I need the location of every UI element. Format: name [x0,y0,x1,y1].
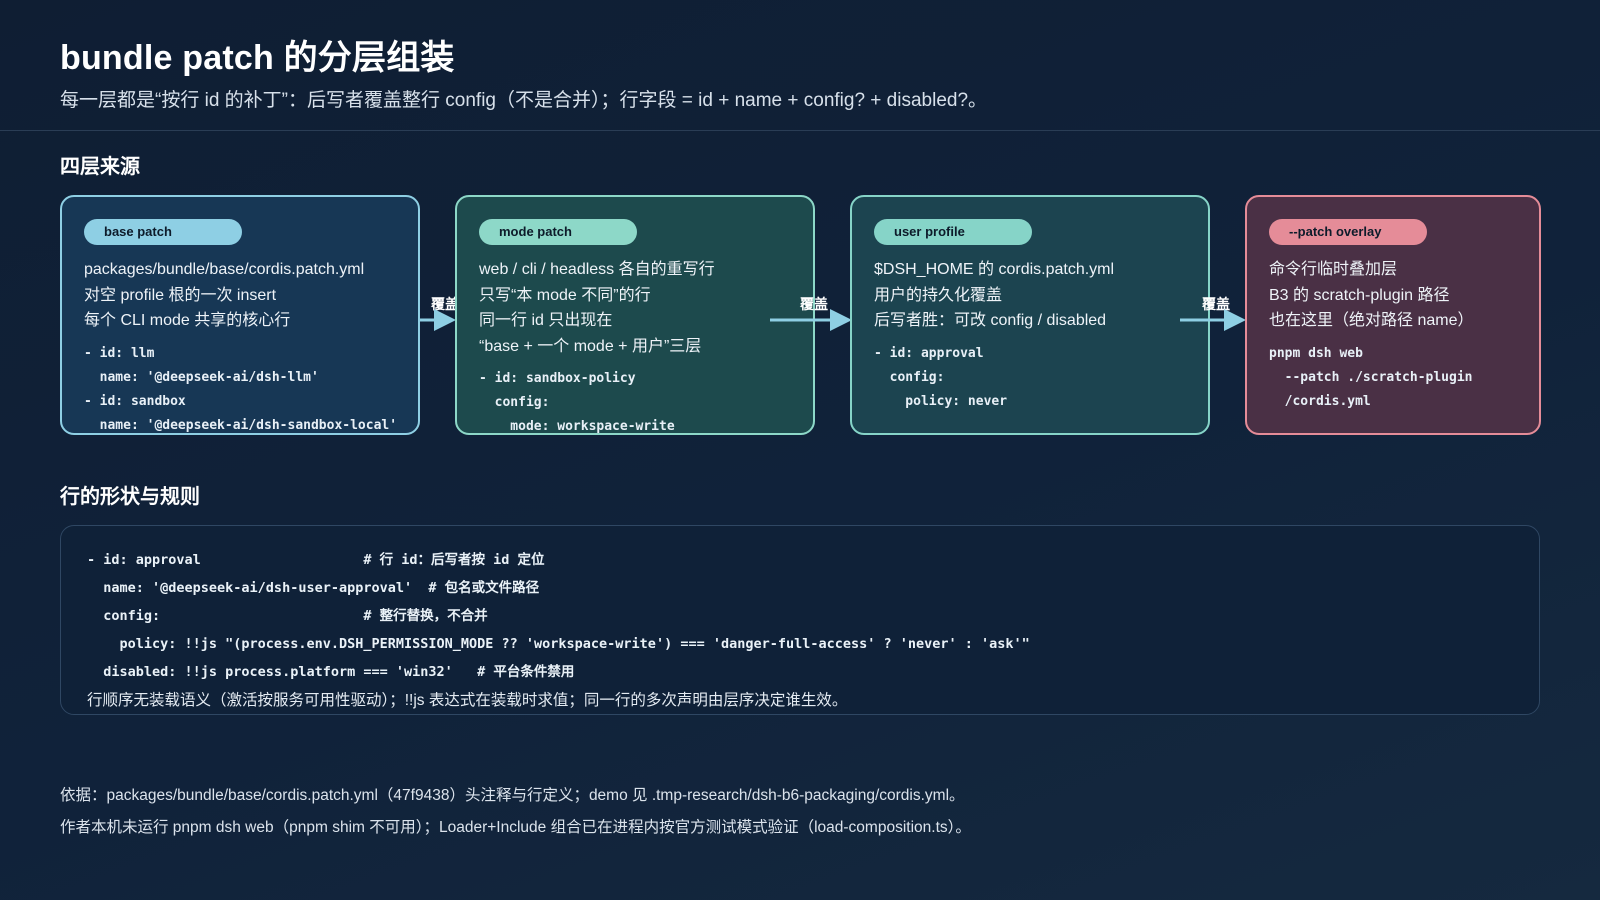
code-line: config: # 整行替换，不合并 [87,608,488,624]
code-line: - id: approval [874,345,984,361]
card-line: B3 的 scratch-plugin 路径 [1269,286,1450,304]
arrow-right-icon [420,309,456,331]
card-base-code: - id: llm name: '@deepseek-ai/dsh-llm' - … [84,342,398,434]
card-line: 每个 CLI mode 共享的核心行 [84,312,291,329]
card-line: 也在这里（绝对路径 name） [1269,312,1474,329]
card-overlay-description: 命令行临时叠加层 B3 的 scratch-plugin 路径 也在这里（绝对路… [1269,257,1517,334]
page-title: bundle patch 的分层组装 [60,39,455,77]
code-line: mode: workspace-write [479,419,675,434]
code-line: pnpm dsh web [1269,345,1363,361]
card-line: 同一行 id 只出现在 [479,312,613,329]
card-base-patch: base patch packages/bundle/base/cordis.p… [60,195,420,435]
card-line: 对空 profile 根的一次 insert [84,286,277,304]
arrow-right-icon [770,309,852,331]
card-base-description: packages/bundle/base/cordis.patch.yml 对空… [84,257,396,334]
code-line: - id: sandbox [84,393,186,409]
card-user-profile: user profile $DSH_HOME 的 cordis.patch.ym… [850,195,1210,435]
card-line: packages/bundle/base/cordis.patch.yml [84,261,365,278]
section-title-sources: 四层来源 [60,156,140,178]
tag-base-patch: base patch [84,219,242,245]
row-rules-panel: - id: approval # 行 id：后写者按 id 定位 name: '… [60,525,1540,715]
header: bundle patch 的分层组装 每一层都是“按行 id 的补丁”：后写者覆… [60,30,1540,112]
card-mode-description: web / cli / headless 各自的重写行 只写“本 mode 不同… [479,257,791,359]
code-line: policy: never [874,393,1008,409]
card-patch-overlay: --patch overlay 命令行临时叠加层 B3 的 scratch-pl… [1245,195,1541,435]
card-line: “base + 一个 mode + 用户”三层 [479,337,702,355]
code-line: policy: !!js "(process.env.DSH_PERMISSIO… [87,636,1030,652]
tag-user-profile: user profile [874,219,1032,245]
card-mode-code: - id: sandbox-policy config: mode: works… [479,367,791,434]
footer-verification-line: 作者本机未运行 pnpm dsh web（pnpm shim 不可用）；Load… [60,819,971,836]
code-line: name: '@deepseek-ai/dsh-llm' [84,369,319,385]
footer-source-line: 依据：packages/bundle/base/cordis.patch.yml… [60,787,965,804]
code-line: config: [874,369,945,385]
card-user-description: $DSH_HOME 的 cordis.patch.yml 用户的持久化覆盖 后写… [874,257,1186,334]
page-subtitle: 每一层都是“按行 id 的补丁”：后写者覆盖整行 config（不是合并）；行字… [60,90,988,111]
rules-note: 行顺序无装载语义（激活按服务可用性驱动）；!!js 表达式在装载时求值；同一行的… [87,692,848,709]
card-overlay-code: pnpm dsh web --patch ./scratch-plugin /c… [1269,342,1517,414]
code-line: - id: approval # 行 id：后写者按 id 定位 [87,552,545,568]
code-line: disabled: !!js process.platform === 'win… [87,664,575,680]
card-line: 后写者胜：可改 config / disabled [874,312,1107,329]
card-line: 用户的持久化覆盖 [874,286,1003,304]
code-line: /cordis.yml [1269,393,1371,409]
code-line: config: [479,395,550,410]
card-mode-patch: mode patch web / cli / headless 各自的重写行 只… [455,195,815,435]
card-line: web / cli / headless 各自的重写行 [479,261,715,278]
code-line: name: '@deepseek-ai/dsh-sandbox-local' [84,417,398,433]
card-line: $DSH_HOME 的 cordis.patch.yml [874,261,1115,278]
code-line: name: '@deepseek-ai/dsh-user-approval' #… [87,580,540,596]
footer-notes: 依据：packages/bundle/base/cordis.patch.yml… [60,780,971,844]
header-divider [0,130,1600,131]
code-line: - id: sandbox-policy [479,371,636,386]
code-line: --patch ./scratch-plugin [1269,369,1473,385]
code-line: - id: llm [84,345,155,361]
arrow-right-icon [1180,309,1246,331]
tag-mode-patch: mode patch [479,219,637,245]
card-line: 命令行临时叠加层 [1269,261,1398,278]
tag-patch-overlay: --patch overlay [1269,219,1427,245]
section-title-row-rules: 行的形状与规则 [60,486,200,508]
card-user-code: - id: approval config: policy: never [874,342,1186,414]
card-line: 只写“本 mode 不同”的行 [479,286,651,304]
